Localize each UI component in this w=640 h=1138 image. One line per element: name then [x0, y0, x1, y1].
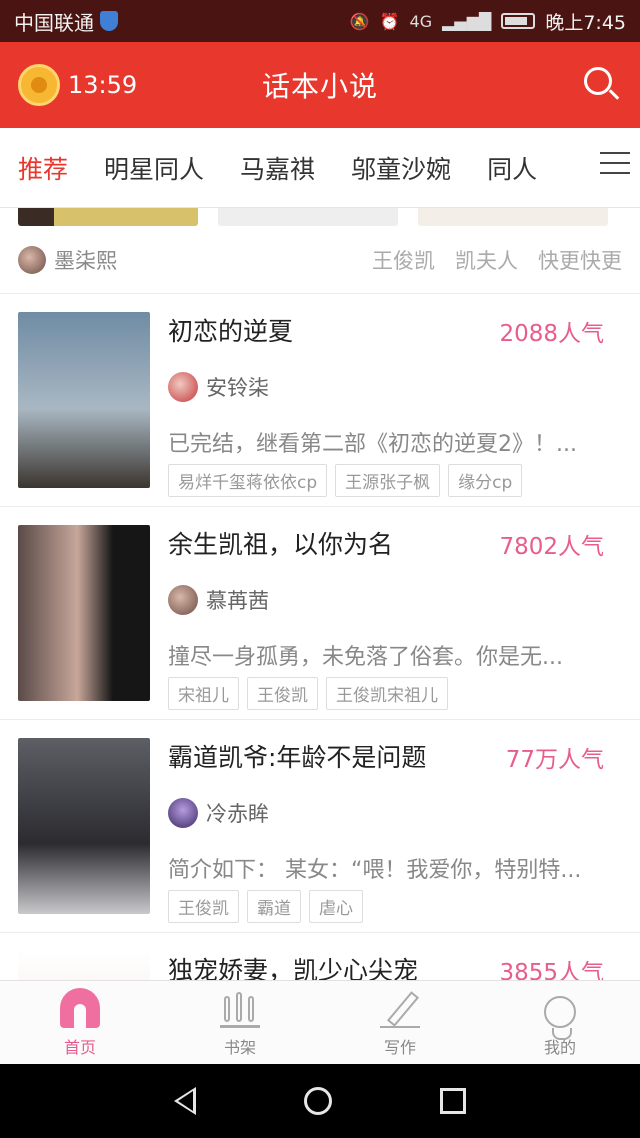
- feed[interactable]: 墨柒熙 王俊凯 凯夫人 快更快更 初恋的逆夏 2088人气 安铃柒 已完结，继看…: [0, 208, 640, 980]
- popularity: 2088人气: [499, 321, 604, 347]
- home-icon: [60, 988, 100, 1028]
- app-header: 13:59 话本小说: [0, 42, 640, 128]
- tag[interactable]: 王俊凯: [168, 890, 239, 923]
- home-circle-icon[interactable]: [304, 1087, 332, 1115]
- banner-image[interactable]: [18, 208, 198, 226]
- nav-label: 书架: [223, 1038, 256, 1057]
- reading-timer[interactable]: 13:59: [18, 64, 137, 106]
- author-name: 慕苒茜: [206, 589, 269, 613]
- nav-write[interactable]: 写作: [320, 981, 480, 1064]
- tag[interactable]: 王源张子枫: [335, 464, 441, 497]
- book-title: 霸道凯爷:年龄不是问题: [168, 743, 427, 772]
- popularity: 3855人气: [499, 960, 604, 980]
- book-author[interactable]: 慕苒茜: [168, 585, 269, 615]
- recent-apps-icon[interactable]: [440, 1088, 466, 1114]
- system-nav-bar: [0, 1064, 640, 1138]
- tag[interactable]: 虐心: [309, 890, 363, 923]
- avatar: [168, 372, 198, 402]
- book-cover[interactable]: [18, 525, 150, 701]
- book-tags: 易烊千玺蒋依依cp 王源张子枫 缘分cp: [168, 464, 523, 497]
- alarm-icon: ⏰: [379, 11, 400, 31]
- tag[interactable]: 易烊千玺蒋依依cp: [168, 464, 328, 497]
- book-author[interactable]: 安铃柒: [168, 372, 269, 402]
- book-cover[interactable]: [18, 738, 150, 914]
- battery-icon: [501, 13, 536, 29]
- book-cover[interactable]: [18, 312, 150, 488]
- nav-label: 写作: [383, 1038, 416, 1057]
- book-tags: 宋祖儿 王俊凯 王俊凯宋祖儿: [168, 677, 448, 710]
- book-author[interactable]: 冷赤眸: [168, 798, 269, 828]
- author-tags: 王俊凯 凯夫人 快更快更: [372, 245, 622, 275]
- profile-icon: [544, 996, 576, 1040]
- status-icons: 🔕 ⏰ 4G ▂▄▆█ 晚上7:45: [350, 8, 626, 35]
- avatar: [168, 798, 198, 828]
- carrier: 中国联通: [14, 7, 118, 36]
- tag[interactable]: 快更快更: [538, 245, 622, 275]
- tag[interactable]: 宋祖儿: [168, 677, 239, 710]
- book-description: 已完结，继看第二部《初恋的逆夏2》！...: [168, 432, 577, 457]
- pencil-icon: [380, 988, 420, 1028]
- back-icon[interactable]: [174, 1087, 196, 1115]
- nav-bookshelf[interactable]: 书架: [160, 981, 320, 1064]
- book-tags: 王俊凯 霸道 虐心: [168, 890, 363, 923]
- book-title: 独宠娇妻，凯少心尖宠: [168, 956, 419, 980]
- bottom-nav: 首页 书架 写作 我的: [0, 980, 640, 1064]
- tag[interactable]: 王俊凯: [247, 677, 318, 710]
- book-description: 简介如下： 某女：“喂！我爱你，特别特...: [168, 858, 582, 883]
- status-bar: 中国联通 🔕 ⏰ 4G ▂▄▆█ 晚上7:45: [0, 0, 640, 42]
- book-item[interactable]: 初恋的逆夏 2088人气 安铃柒 已完结，继看第二部《初恋的逆夏2》！... 易…: [0, 294, 640, 507]
- carrier-name: 中国联通: [14, 10, 94, 35]
- book-item[interactable]: 独宠娇妻，凯少心尖宠 3855人气: [0, 933, 640, 980]
- avatar: [168, 585, 198, 615]
- nav-me[interactable]: 我的: [480, 981, 640, 1064]
- mute-icon: 🔕: [349, 11, 370, 31]
- coin-clock-icon: [18, 64, 60, 106]
- banner-image[interactable]: [218, 208, 398, 226]
- banner-strip[interactable]: [0, 208, 640, 226]
- tag[interactable]: 霸道: [247, 890, 301, 923]
- author-row[interactable]: 墨柒熙 王俊凯 凯夫人 快更快更: [0, 226, 640, 294]
- menu-icon[interactable]: [600, 152, 630, 176]
- shield-icon: [100, 11, 118, 31]
- category-tabs: 推荐 明星同人 马嘉祺 邬童沙婉 同人: [0, 128, 640, 220]
- book-item[interactable]: 霸道凯爷:年龄不是问题 77万人气 冷赤眸 简介如下： 某女：“喂！我爱你，特别…: [0, 720, 640, 933]
- nav-home[interactable]: 首页: [0, 981, 160, 1064]
- tab-star-fanfic[interactable]: 明星同人: [86, 150, 222, 186]
- book-description: 撞尽一身孤勇，未免落了俗套。你是无...: [168, 645, 563, 670]
- network-label: 4G: [409, 11, 433, 31]
- bookshelf-icon: [220, 988, 260, 1028]
- tag[interactable]: 王俊凯: [372, 245, 435, 275]
- popularity: 7802人气: [499, 534, 604, 560]
- book-title: 余生凯祖，以你为名: [168, 530, 394, 559]
- author-name: 安铃柒: [206, 376, 269, 400]
- author-name: 冷赤眸: [206, 802, 269, 826]
- book-item[interactable]: 余生凯祖，以你为名 7802人气 慕苒茜 撞尽一身孤勇，未免落了俗套。你是无..…: [0, 507, 640, 720]
- tag[interactable]: 缘分cp: [448, 464, 523, 497]
- avatar: [18, 245, 46, 274]
- signal-icon: ▂▄▆█: [442, 11, 492, 31]
- popularity: 77万人气: [505, 747, 604, 773]
- tag[interactable]: 凯夫人: [455, 245, 518, 275]
- search-button[interactable]: [582, 65, 622, 105]
- book-cover[interactable]: [18, 951, 150, 980]
- tab-wu-tong-sha-wan[interactable]: 邬童沙婉: [333, 150, 469, 186]
- tab-fanfic[interactable]: 同人: [469, 150, 555, 186]
- tab-recommend[interactable]: 推荐: [0, 150, 86, 220]
- tab-ma-jiaqi[interactable]: 马嘉祺: [222, 150, 333, 186]
- tag[interactable]: 王俊凯宋祖儿: [326, 677, 448, 710]
- timer-value: 13:59: [68, 71, 138, 99]
- book-title: 初恋的逆夏: [168, 317, 294, 346]
- nav-label: 首页: [63, 1038, 96, 1057]
- banner-image[interactable]: [418, 208, 608, 226]
- status-time: 晚上7:45: [545, 11, 626, 34]
- author-name: 墨柒熙: [54, 248, 117, 273]
- search-icon-handle: [608, 89, 620, 100]
